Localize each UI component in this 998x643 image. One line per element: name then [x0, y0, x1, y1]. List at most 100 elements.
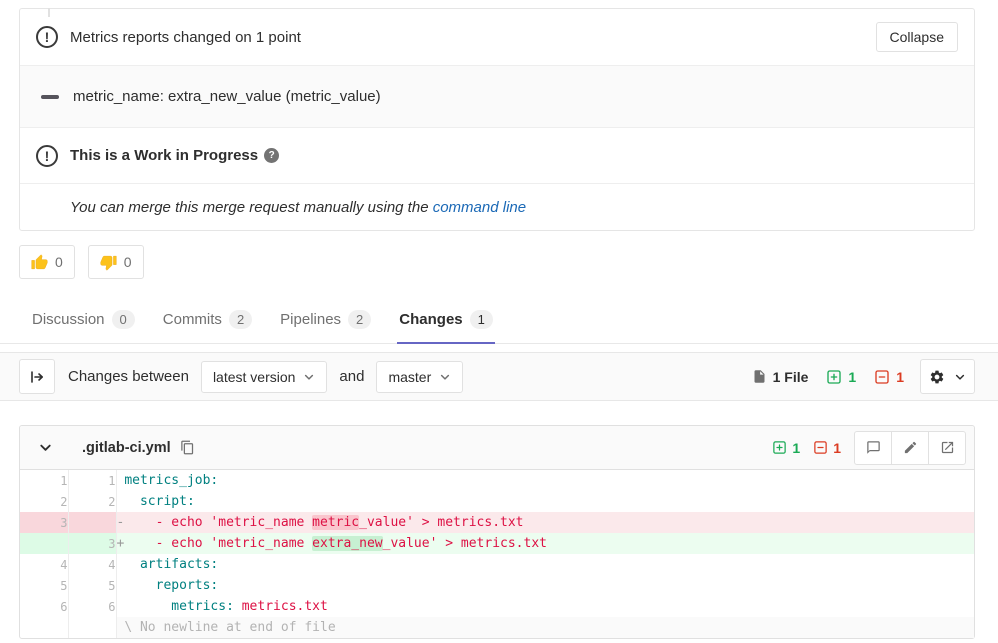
copy-file-path-button[interactable]	[180, 440, 195, 455]
additions-label: 1	[848, 369, 856, 385]
old-line-number[interactable]: 1	[20, 470, 68, 491]
new-line-number[interactable]: 5	[68, 575, 116, 596]
line-content: \ No newline at end of file	[116, 617, 974, 638]
old-line-number[interactable]	[20, 617, 68, 638]
warning-circle-icon: !	[36, 26, 58, 48]
thumbs-up-count: 0	[55, 254, 63, 270]
thumbs-down-count: 0	[124, 254, 132, 270]
view-file-button[interactable]	[928, 431, 966, 465]
target-version-dropdown[interactable]: master	[376, 361, 463, 393]
line-content: artifacts:	[116, 554, 974, 575]
file-additions-label: 1	[792, 440, 800, 456]
collapse-button[interactable]: Collapse	[876, 22, 958, 52]
chevron-down-icon	[439, 371, 451, 383]
tab-pipelines[interactable]: Pipelines 2	[278, 299, 373, 344]
old-line-number[interactable]: 6	[20, 596, 68, 617]
tab-commits[interactable]: Commits 2	[161, 299, 254, 344]
mr-tabs: Discussion 0 Commits 2 Pipelines 2 Chang…	[0, 299, 998, 344]
thumbs-down-icon	[100, 254, 117, 271]
pencil-icon	[903, 440, 918, 455]
file-collapse-chevron-icon[interactable]	[38, 440, 53, 455]
new-line-number[interactable]: 1	[68, 470, 116, 491]
file-count-label: 1 File	[773, 369, 809, 385]
code-segment: metrics.txt	[242, 599, 328, 614]
old-line-number[interactable]: 3	[20, 512, 68, 533]
code-segment: metrics:	[124, 599, 234, 614]
gear-icon	[929, 369, 945, 385]
file-tree-toggle-button[interactable]	[19, 359, 55, 394]
tab-count-badge: 0	[112, 310, 135, 329]
old-line-number[interactable]: 4	[20, 554, 68, 575]
old-line-number[interactable]: 5	[20, 575, 68, 596]
tab-count-badge: 2	[229, 310, 252, 329]
file-name[interactable]: .gitlab-ci.yml	[82, 440, 171, 456]
deletions-count: 1	[874, 369, 904, 385]
line-content: script:	[116, 491, 974, 512]
file-button-group	[854, 431, 966, 465]
and-label: and	[339, 368, 364, 385]
diff-table: 11 metrics_job: 22 script: 3- - echo 'metr…	[20, 470, 974, 638]
comment-icon	[866, 440, 881, 455]
tab-changes[interactable]: Changes 1	[397, 299, 495, 344]
code-segment: - echo 'metric_name	[124, 515, 312, 530]
version-controls-bar: Changes between latest version and maste…	[0, 352, 998, 401]
new-line-number[interactable]	[68, 512, 116, 533]
new-line-number[interactable]	[68, 617, 116, 638]
diff-file-actions: 1 1	[772, 431, 966, 465]
file-additions: 1	[772, 440, 800, 456]
minus-square-icon	[813, 440, 828, 455]
diff-row: 3- - echo 'metric_name metric_value' > m…	[20, 512, 974, 533]
additions-count: 1	[826, 369, 856, 385]
question-circle-icon[interactable]: ?	[264, 148, 279, 163]
code-segment: - echo 'metric_name	[124, 536, 312, 551]
file-deletions-label: 1	[833, 440, 841, 456]
diff-settings-button[interactable]	[920, 359, 975, 394]
tab-count-badge: 2	[348, 310, 371, 329]
merge-manually-row: You can merge this merge request manuall…	[20, 183, 974, 230]
edit-file-button[interactable]	[891, 431, 929, 465]
copy-icon	[180, 440, 195, 455]
metric-change-text: metric_name: extra_new_value (metric_val…	[73, 88, 381, 105]
command-line-link[interactable]: command line	[433, 199, 526, 216]
diff-stats: 1 File 1 1	[752, 359, 975, 394]
line-content: metrics: metrics.txt	[116, 596, 974, 617]
metric-change-row: metric_name: extra_new_value (metric_val…	[20, 65, 974, 128]
line-content: reports:	[116, 575, 974, 596]
award-emoji-bar: 0 0	[19, 245, 975, 279]
tab-discussion[interactable]: Discussion 0	[30, 299, 137, 344]
thumbs-down-button[interactable]: 0	[88, 245, 144, 279]
new-line-number[interactable]: 6	[68, 596, 116, 617]
diff-row: \ No newline at end of file	[20, 617, 974, 638]
tab-label: Commits	[163, 311, 222, 328]
code-segment: _value' > metrics.txt	[359, 515, 523, 530]
code-segment: extra_new	[312, 536, 382, 551]
merge-manually-text: You can merge this merge request manuall…	[70, 199, 429, 216]
dash-icon	[41, 95, 59, 99]
code-segment: script:	[124, 494, 194, 509]
toggle-comments-button[interactable]	[854, 431, 892, 465]
tab-label: Changes	[399, 311, 462, 328]
code-segment: _value' > metrics.txt	[383, 536, 547, 551]
new-line-number[interactable]: 4	[68, 554, 116, 575]
code-segment: reports:	[124, 578, 218, 593]
target-version-value: master	[388, 369, 431, 385]
source-version-dropdown[interactable]: latest version	[201, 361, 327, 393]
minus-square-icon	[874, 369, 890, 385]
line-content: + - echo 'metric_name extra_new_value' >…	[116, 533, 974, 554]
code-segment: metrics_job:	[124, 473, 218, 488]
file-deletions: 1	[813, 440, 841, 456]
new-line-number[interactable]: 2	[68, 491, 116, 512]
thumbs-up-button[interactable]: 0	[19, 245, 75, 279]
old-line-number[interactable]	[20, 533, 68, 554]
old-line-number[interactable]: 2	[20, 491, 68, 512]
plus-square-icon	[772, 440, 787, 455]
tab-count-badge: 1	[470, 310, 493, 329]
plus-square-icon	[826, 369, 842, 385]
new-line-number[interactable]: 3	[68, 533, 116, 554]
chevron-down-icon	[303, 371, 315, 383]
chevron-down-icon	[954, 371, 966, 383]
warning-circle-icon: !	[36, 145, 58, 167]
diff-row: 44 artifacts:	[20, 554, 974, 575]
metrics-report-row: ! Metrics reports changed on 1 point Col…	[20, 9, 974, 65]
document-icon	[752, 369, 767, 384]
